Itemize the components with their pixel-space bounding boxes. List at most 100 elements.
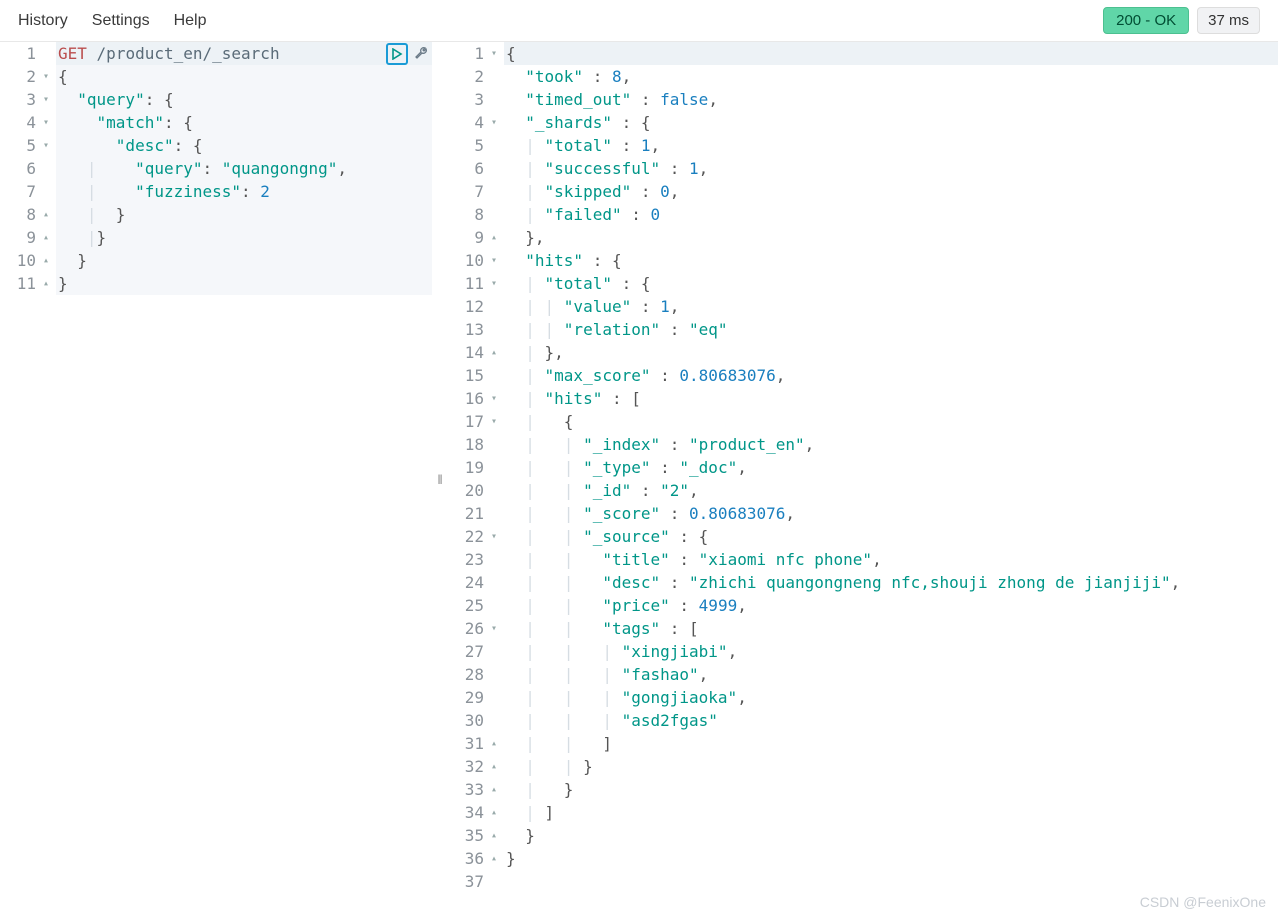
response-editor[interactable]: { "took" : 8, "timed_out" : false, "_sha… bbox=[504, 42, 1278, 916]
wrench-icon bbox=[413, 46, 429, 62]
code-line[interactable]: "query": { bbox=[56, 88, 432, 111]
fold-toggle[interactable]: ▾ bbox=[487, 111, 497, 134]
run-button[interactable] bbox=[386, 43, 408, 65]
fold-toggle[interactable]: ▾ bbox=[39, 88, 49, 111]
line-number: 9▴ bbox=[0, 226, 49, 249]
line-number: 8▴ bbox=[0, 203, 49, 226]
fold-toggle[interactable]: ▴ bbox=[39, 272, 49, 295]
code-line[interactable]: { bbox=[56, 65, 432, 88]
code-line[interactable]: | | "_type" : "_doc", bbox=[504, 456, 1278, 479]
code-line[interactable]: | | "price" : 4999, bbox=[504, 594, 1278, 617]
fold-toggle[interactable]: ▴ bbox=[487, 824, 497, 847]
line-number: 23 bbox=[448, 548, 497, 571]
fold-toggle[interactable]: ▾ bbox=[487, 410, 497, 433]
request-pane[interactable]: 12▾3▾4▾5▾678▴9▴10▴11▴ GET /product_en/_s… bbox=[0, 42, 432, 916]
play-icon bbox=[391, 48, 403, 60]
line-number: 22▾ bbox=[448, 525, 497, 548]
menu-settings[interactable]: Settings bbox=[92, 12, 150, 30]
menu-help[interactable]: Help bbox=[174, 12, 207, 30]
fold-toggle[interactable]: ▴ bbox=[39, 226, 49, 249]
fold-toggle[interactable]: ▴ bbox=[487, 226, 497, 249]
code-line[interactable]: GET /product_en/_search bbox=[56, 42, 432, 65]
code-line[interactable]: | } bbox=[504, 778, 1278, 801]
code-line[interactable]: | "total" : { bbox=[504, 272, 1278, 295]
fold-toggle[interactable]: ▴ bbox=[487, 778, 497, 801]
code-line[interactable]: | "failed" : 0 bbox=[504, 203, 1278, 226]
code-line[interactable]: | | "_score" : 0.80683076, bbox=[504, 502, 1278, 525]
request-actions bbox=[386, 42, 432, 65]
fold-toggle[interactable]: ▴ bbox=[487, 801, 497, 824]
code-line[interactable]: | "total" : 1, bbox=[504, 134, 1278, 157]
code-line[interactable]: |} bbox=[56, 226, 432, 249]
wrench-button[interactable] bbox=[410, 43, 432, 65]
fold-toggle[interactable]: ▴ bbox=[39, 249, 49, 272]
code-line[interactable]: | | } bbox=[504, 755, 1278, 778]
fold-toggle[interactable]: ▾ bbox=[487, 272, 497, 295]
line-number: 3▾ bbox=[0, 88, 49, 111]
code-line[interactable]: | | | "xingjiabi", bbox=[504, 640, 1278, 663]
code-line[interactable]: "_shards" : { bbox=[504, 111, 1278, 134]
request-editor[interactable]: GET /product_en/_search{ "query": { "mat… bbox=[56, 42, 432, 916]
fold-toggle[interactable]: ▾ bbox=[487, 525, 497, 548]
code-line[interactable]: | | "_source" : { bbox=[504, 525, 1278, 548]
code-line[interactable]: | "query": "quangongng", bbox=[56, 157, 432, 180]
code-line[interactable]: | | "relation" : "eq" bbox=[504, 318, 1278, 341]
code-line[interactable]: "match": { bbox=[56, 111, 432, 134]
fold-toggle[interactable]: ▾ bbox=[487, 387, 497, 410]
fold-toggle[interactable]: ▴ bbox=[487, 847, 497, 870]
code-line[interactable]: | | "tags" : [ bbox=[504, 617, 1278, 640]
fold-toggle[interactable]: ▴ bbox=[487, 755, 497, 778]
line-number: 18 bbox=[448, 433, 497, 456]
line-number: 12 bbox=[448, 295, 497, 318]
fold-toggle[interactable]: ▾ bbox=[39, 134, 49, 157]
code-line[interactable]: { bbox=[504, 42, 1278, 65]
line-number: 6 bbox=[448, 157, 497, 180]
code-line[interactable]: | | "value" : 1, bbox=[504, 295, 1278, 318]
fold-toggle[interactable]: ▾ bbox=[487, 249, 497, 272]
line-number: 7 bbox=[448, 180, 497, 203]
code-line[interactable]: | | "_index" : "product_en", bbox=[504, 433, 1278, 456]
watermark: CSDN @FeenixOne bbox=[1140, 894, 1266, 910]
response-pane[interactable]: 1▾234▾56789▴10▾11▾121314▴1516▾17▾1819202… bbox=[448, 42, 1278, 916]
code-line[interactable]: } bbox=[56, 272, 432, 295]
line-number: 2 bbox=[448, 65, 497, 88]
code-line[interactable]: | | | "gongjiaoka", bbox=[504, 686, 1278, 709]
fold-toggle[interactable]: ▴ bbox=[487, 341, 497, 364]
line-number: 5▾ bbox=[0, 134, 49, 157]
code-line[interactable]: | "successful" : 1, bbox=[504, 157, 1278, 180]
code-line[interactable]: | ] bbox=[504, 801, 1278, 824]
fold-toggle[interactable]: ▴ bbox=[487, 732, 497, 755]
code-line[interactable] bbox=[504, 870, 1278, 893]
fold-toggle[interactable]: ▾ bbox=[487, 617, 497, 640]
menu-history[interactable]: History bbox=[18, 12, 68, 30]
code-line[interactable]: | | | "asd2fgas" bbox=[504, 709, 1278, 732]
code-line[interactable]: | "max_score" : 0.80683076, bbox=[504, 364, 1278, 387]
code-line[interactable]: } bbox=[504, 824, 1278, 847]
code-line[interactable]: | | ] bbox=[504, 732, 1278, 755]
code-line[interactable]: | "skipped" : 0, bbox=[504, 180, 1278, 203]
code-line[interactable]: } bbox=[56, 249, 432, 272]
code-line[interactable]: "hits" : { bbox=[504, 249, 1278, 272]
code-line[interactable]: | | | "fashao", bbox=[504, 663, 1278, 686]
line-number: 28 bbox=[448, 663, 497, 686]
fold-toggle[interactable]: ▾ bbox=[487, 42, 497, 65]
fold-toggle[interactable]: ▴ bbox=[39, 203, 49, 226]
code-line[interactable]: | } bbox=[56, 203, 432, 226]
pane-splitter[interactable]: ‖ bbox=[432, 42, 448, 916]
code-line[interactable]: | | "desc" : "zhichi quangongneng nfc,sh… bbox=[504, 571, 1278, 594]
code-line[interactable]: | "fuzziness": 2 bbox=[56, 180, 432, 203]
fold-toggle[interactable]: ▾ bbox=[39, 65, 49, 88]
code-line[interactable]: | }, bbox=[504, 341, 1278, 364]
code-line[interactable]: | | "_id" : "2", bbox=[504, 479, 1278, 502]
code-line[interactable]: "took" : 8, bbox=[504, 65, 1278, 88]
code-line[interactable]: } bbox=[504, 847, 1278, 870]
fold-toggle[interactable]: ▾ bbox=[39, 111, 49, 134]
code-line[interactable]: }, bbox=[504, 226, 1278, 249]
code-line[interactable]: | | "title" : "xiaomi nfc phone", bbox=[504, 548, 1278, 571]
line-number: 17▾ bbox=[448, 410, 497, 433]
code-line[interactable]: "desc": { bbox=[56, 134, 432, 157]
code-line[interactable]: | { bbox=[504, 410, 1278, 433]
line-number: 30 bbox=[448, 709, 497, 732]
code-line[interactable]: | "hits" : [ bbox=[504, 387, 1278, 410]
code-line[interactable]: "timed_out" : false, bbox=[504, 88, 1278, 111]
